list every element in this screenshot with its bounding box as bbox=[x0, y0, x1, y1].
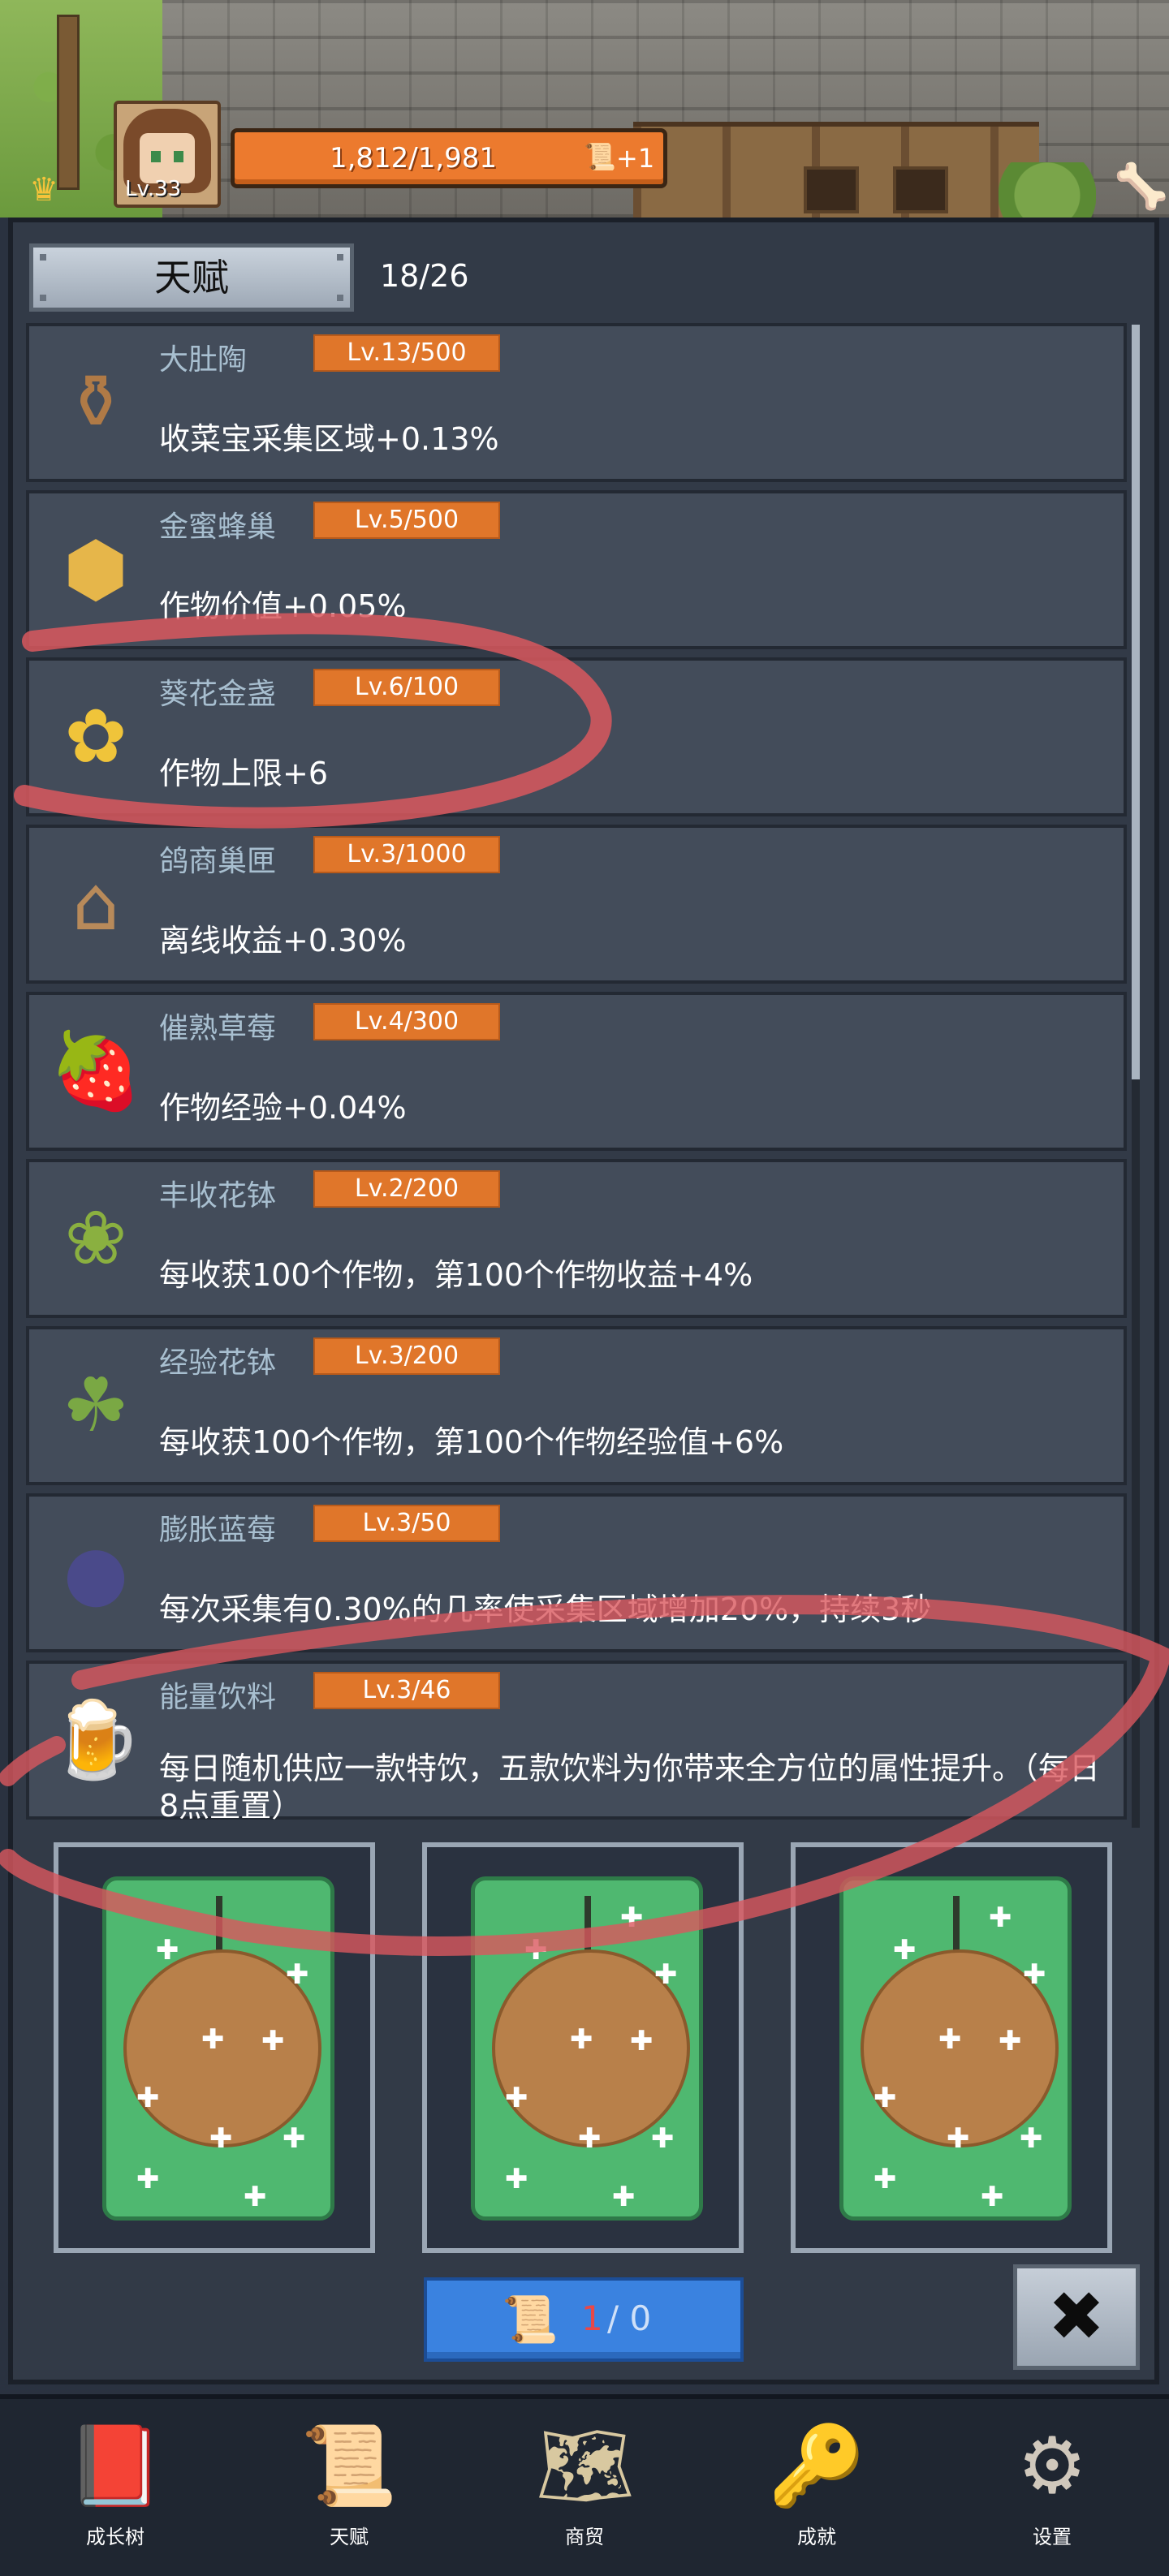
sprout-pot-icon: ☘ bbox=[62, 1362, 130, 1449]
map-icon: 🗺 bbox=[536, 2420, 635, 2511]
talent-name: 葵花金盏 bbox=[159, 678, 277, 711]
level-badge: Lv.3/200 bbox=[313, 1338, 500, 1375]
talent-name: 催熟草莓 bbox=[159, 1012, 277, 1045]
scrollbar-thumb[interactable] bbox=[1132, 325, 1140, 1079]
talent-row[interactable]: 🍓 催熟草莓 Lv.4/300 作物经验+0.04% bbox=[26, 992, 1127, 1151]
talent-name: 金蜜蜂巢 bbox=[159, 510, 277, 544]
level-badge: Lv.4/300 bbox=[313, 1003, 500, 1040]
birdhouse-icon: ⌂ bbox=[71, 860, 120, 947]
level-badge: Lv.2/200 bbox=[313, 1170, 500, 1208]
talent-name: 大肚陶 bbox=[159, 343, 248, 377]
scroll-counter-button[interactable]: 📜 1 / 0 bbox=[424, 2277, 744, 2362]
book-icon: 📕 bbox=[67, 2420, 164, 2511]
scroll-owned: 1 bbox=[581, 2298, 603, 2338]
talent-desc: 作物经验+0.04% bbox=[159, 1090, 407, 1126]
blueberry-icon: ● bbox=[63, 1529, 129, 1616]
level-badge: Lv.6/100 bbox=[313, 669, 500, 706]
level-badge: Lv.13/500 bbox=[313, 334, 500, 372]
talent-name: 经验花钵 bbox=[159, 1346, 277, 1380]
talent-count: 18/26 bbox=[380, 258, 469, 294]
level-badge: Lv.3/50 bbox=[313, 1505, 500, 1542]
nav-trade[interactable]: 🗺 商贸 bbox=[511, 2399, 658, 2576]
scroll-icon: 📜 bbox=[502, 2294, 559, 2346]
nav-label: 成长树 bbox=[86, 2526, 145, 2548]
scroll-total: / 0 bbox=[607, 2298, 652, 2338]
talent-row[interactable]: ⬢ 金蜜蜂巢 Lv.5/500 作物价值+0.05% bbox=[26, 490, 1127, 649]
close-icon: ✖ bbox=[1047, 2277, 1106, 2356]
talent-row[interactable]: ⚱ 大肚陶 Lv.13/500 收菜宝采集区域+0.13% bbox=[26, 323, 1127, 482]
wooden-post bbox=[57, 15, 80, 190]
talent-desc: 收菜宝采集区域+0.13% bbox=[159, 421, 499, 457]
gear-icon: ⚙ bbox=[1016, 2420, 1088, 2511]
house-window bbox=[893, 166, 948, 213]
scroll-icon: 📜 bbox=[300, 2420, 398, 2511]
tab-talent[interactable]: 天赋 bbox=[29, 243, 354, 312]
bottom-nav: 📕 成长树 📜 天赋 🗺 商贸 🔑 成就 ⚙ 设置 bbox=[0, 2394, 1169, 2576]
nav-label: 设置 bbox=[1033, 2526, 1072, 2548]
talent-name: 能量饮料 bbox=[159, 1681, 277, 1714]
house-window bbox=[804, 166, 859, 213]
progress-bar: 1,812/1,981 📜 +1 bbox=[231, 128, 667, 188]
talent-desc: 每次采集有0.30%的几率使采集区域增加20%，持续3秒 bbox=[159, 1592, 932, 1627]
player-level: Lv.33 bbox=[125, 177, 182, 201]
drink-icon: 🍺 bbox=[49, 1696, 143, 1783]
nav-label: 商贸 bbox=[565, 2526, 604, 2548]
crown-icon: ♛ bbox=[29, 171, 58, 209]
talent-list[interactable]: ⚱ 大肚陶 Lv.13/500 收菜宝采集区域+0.13% ⬢ 金蜜蜂巢 Lv.… bbox=[26, 323, 1132, 1826]
talent-name: 膨胀蓝莓 bbox=[159, 1514, 277, 1547]
sunflower-icon: ✿ bbox=[64, 693, 127, 780]
talent-desc: 作物价值+0.05% bbox=[159, 588, 407, 624]
talent-row[interactable]: ⌂ 鸽商巢匣 Lv.3/1000 离线收益+0.30% bbox=[26, 825, 1127, 984]
talent-name: 丰收花钵 bbox=[159, 1179, 277, 1213]
close-button[interactable]: ✖ bbox=[1013, 2264, 1140, 2370]
talent-row[interactable]: ❀ 丰收花钵 Lv.2/200 每收获100个作物，第100个作物收益+4% bbox=[26, 1159, 1127, 1318]
talent-row[interactable]: ✿ 葵花金盏 Lv.6/100 作物上限+6 bbox=[26, 657, 1127, 816]
level-badge: Lv.3/1000 bbox=[313, 836, 500, 873]
flowerpot-icon: ❀ bbox=[64, 1195, 127, 1282]
bonus-text: +1 bbox=[616, 143, 655, 174]
level-badge: Lv.5/500 bbox=[313, 502, 500, 539]
scroll-icon: 📜 bbox=[584, 141, 616, 172]
tab-talent-label: 天赋 bbox=[154, 256, 229, 299]
drink-card[interactable]: ✚ ✚ ✚ ✚ ✚ ✚ ✚ ✚ ✚ ✚ bbox=[791, 1842, 1112, 2253]
jar-icon: ⚱ bbox=[64, 359, 127, 446]
talent-desc: 作物上限+6 bbox=[159, 756, 329, 791]
talent-row[interactable]: 🍺 能量饮料 Lv.3/46 每日随机供应一款特饮，五款饮料为你带来全方位的属性… bbox=[26, 1661, 1127, 1824]
nav-growth-tree[interactable]: 📕 成长树 bbox=[42, 2399, 188, 2576]
talent-row[interactable]: ● 膨胀蓝莓 Lv.3/50 每次采集有0.30%的几率使采集区域增加20%，持… bbox=[26, 1493, 1127, 1652]
bone-icon: 🦴 bbox=[1114, 161, 1169, 212]
honeycomb-icon: ⬢ bbox=[63, 526, 129, 613]
talent-desc: 每收获100个作物，第100个作物经验值+6% bbox=[159, 1424, 784, 1460]
strawberry-icon: 🍓 bbox=[49, 1027, 143, 1114]
talent-name: 鸽商巢匣 bbox=[159, 845, 277, 878]
nav-settings[interactable]: ⚙ 设置 bbox=[979, 2399, 1125, 2576]
game-scene-header: ♛ Lv.33 1,812/1,981 📜 +1 🦴 bbox=[0, 0, 1169, 218]
drink-card[interactable]: ✚ ✚ ✚ ✚ ✚ ✚ ✚ ✚ ✚ ✚ bbox=[422, 1842, 744, 2253]
talent-desc: 每收获100个作物，第100个作物收益+4% bbox=[159, 1257, 753, 1293]
nav-talent[interactable]: 📜 天赋 bbox=[276, 2399, 422, 2576]
drink-card[interactable]: ✚ ✚ ✚ ✚ ✚ ✚ ✚ ✚ ✚ bbox=[54, 1842, 375, 2253]
talent-row[interactable]: ☘ 经验花钵 Lv.3/200 每收获100个作物，第100个作物经验值+6% bbox=[26, 1326, 1127, 1485]
talent-desc: 离线收益+0.30% bbox=[159, 923, 407, 958]
bush bbox=[999, 162, 1096, 218]
nav-achievement[interactable]: 🔑 成就 bbox=[744, 2399, 890, 2576]
key-icon: 🔑 bbox=[768, 2420, 865, 2511]
nav-label: 成就 bbox=[797, 2526, 836, 2548]
nav-label: 天赋 bbox=[330, 2526, 369, 2548]
talent-desc: 每日随机供应一款特饮，五款饮料为你带来全方位的属性提升。（每日8点重置） bbox=[159, 1751, 1101, 1824]
progress-text: 1,812/1,981 bbox=[329, 142, 498, 174]
level-badge: Lv.3/46 bbox=[313, 1672, 500, 1709]
